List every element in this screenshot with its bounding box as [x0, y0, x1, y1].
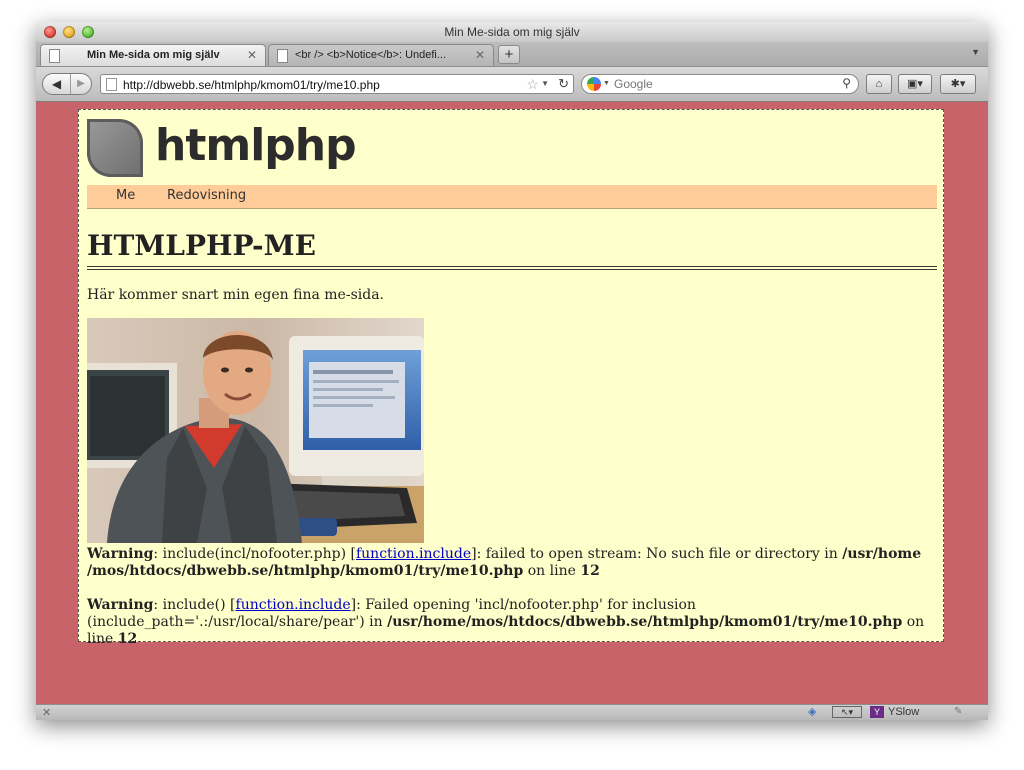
tab-close-icon[interactable]: ✕	[247, 48, 257, 62]
warning-label: Warning	[87, 546, 154, 562]
warning-path: /usr/home/mos/htdocs/dbwebb.se/htmlphp/k…	[387, 614, 903, 630]
warning-message: Warning: include(incl/nofooter.php) [fun…	[87, 546, 937, 580]
tab-label: <br /> <b>Notice</b>: Undefi...	[295, 49, 447, 61]
reload-icon[interactable]: ↻	[558, 76, 569, 92]
inspect-cursor-icon[interactable]: ↖▾	[832, 706, 862, 718]
status-close-icon[interactable]: ✕	[42, 706, 51, 719]
page-viewport: htmlphp Me Redovisning HTMLPHP-ME Här ko…	[36, 102, 988, 704]
navigation-toolbar: ◀ ▶ http://dbwebb.se/htmlphp/kmom01/try/…	[36, 67, 988, 102]
window-title: Min Me-sida om mig själv	[444, 25, 580, 39]
warning-text: on line	[523, 563, 581, 579]
yslow-label[interactable]: YSlow	[888, 706, 919, 718]
search-input[interactable]	[614, 77, 834, 91]
back-forward-group: ◀ ▶	[42, 73, 92, 95]
page-icon	[277, 49, 288, 63]
bookmark-star-icon[interactable]: ☆	[526, 76, 539, 93]
warning-line: 12	[117, 631, 138, 647]
browser-window: Min Me-sida om mig själv Min Me-sida om …	[36, 22, 988, 720]
site-logo-text: htmlphp	[155, 120, 357, 171]
warning-text: : include(incl/nofooter.php) [	[153, 546, 356, 562]
addon-button[interactable]: ▣▾	[898, 74, 932, 94]
tab-inactive[interactable]: <br /> <b>Notice</b>: Undefi... ✕	[268, 44, 494, 66]
new-tab-button[interactable]: +	[498, 45, 520, 64]
warning-message: Warning: include() [function.include]: F…	[87, 597, 937, 648]
forward-button[interactable]: ▶	[71, 74, 91, 94]
profile-photo	[87, 318, 424, 543]
warning-text: : include() [	[153, 597, 236, 613]
tab-list-chevron-icon[interactable]: ▼	[971, 47, 980, 57]
yslow-icon[interactable]: Y	[870, 706, 884, 718]
php-error-output: Warning: include(incl/nofooter.php) [fun…	[87, 546, 937, 665]
geolocation-icon[interactable]: ◈	[808, 705, 816, 718]
tab-close-icon[interactable]: ✕	[475, 48, 485, 62]
tab-bar: Min Me-sida om mig själv ✕ <br /> <b>Not…	[36, 42, 988, 67]
menu-item-me[interactable]: Me	[116, 188, 135, 203]
intro-text: Här kommer snart min egen fina me-sida.	[87, 287, 384, 303]
home-button[interactable]: ⌂	[866, 74, 892, 94]
site-menu: Me Redovisning	[87, 185, 937, 209]
warning-label: Warning	[87, 597, 154, 613]
menu-item-redovisning[interactable]: Redovisning	[167, 188, 246, 203]
search-bar[interactable]: ▼ ⚲	[581, 74, 859, 94]
function-include-link[interactable]: function.include	[356, 546, 471, 562]
page-icon	[49, 49, 60, 63]
search-icon[interactable]: ⚲	[842, 76, 851, 90]
title-bar: Min Me-sida om mig själv	[36, 22, 988, 42]
engine-dropdown-icon[interactable]: ▼	[603, 80, 610, 87]
function-include-link[interactable]: function.include	[236, 597, 351, 613]
page-wrapper: htmlphp Me Redovisning HTMLPHP-ME Här ko…	[78, 109, 944, 647]
url-text[interactable]: http://dbwebb.se/htmlphp/kmom01/try/me10…	[123, 78, 380, 92]
warning-line: 12	[580, 563, 600, 579]
tab-label: Min Me-sida om mig själv	[87, 49, 220, 61]
page-heading: HTMLPHP-ME	[87, 228, 937, 270]
status-bar: ✕ ◈ ↖▾ Y YSlow ✎	[36, 704, 988, 720]
addon-bar-icon[interactable]: ✎	[954, 706, 962, 717]
url-bar[interactable]: http://dbwebb.se/htmlphp/kmom01/try/me10…	[100, 74, 574, 94]
tools-button[interactable]: ✱▾	[940, 74, 976, 94]
logo-icon	[87, 119, 143, 177]
site-icon	[106, 78, 117, 91]
back-button[interactable]: ◀	[43, 74, 71, 94]
tab-active[interactable]: Min Me-sida om mig själv ✕	[40, 44, 266, 66]
history-dropdown-icon[interactable]: ▼	[541, 79, 549, 88]
google-engine-icon[interactable]	[587, 77, 601, 91]
warning-text: ]: failed to open stream: No such file o…	[471, 546, 843, 562]
